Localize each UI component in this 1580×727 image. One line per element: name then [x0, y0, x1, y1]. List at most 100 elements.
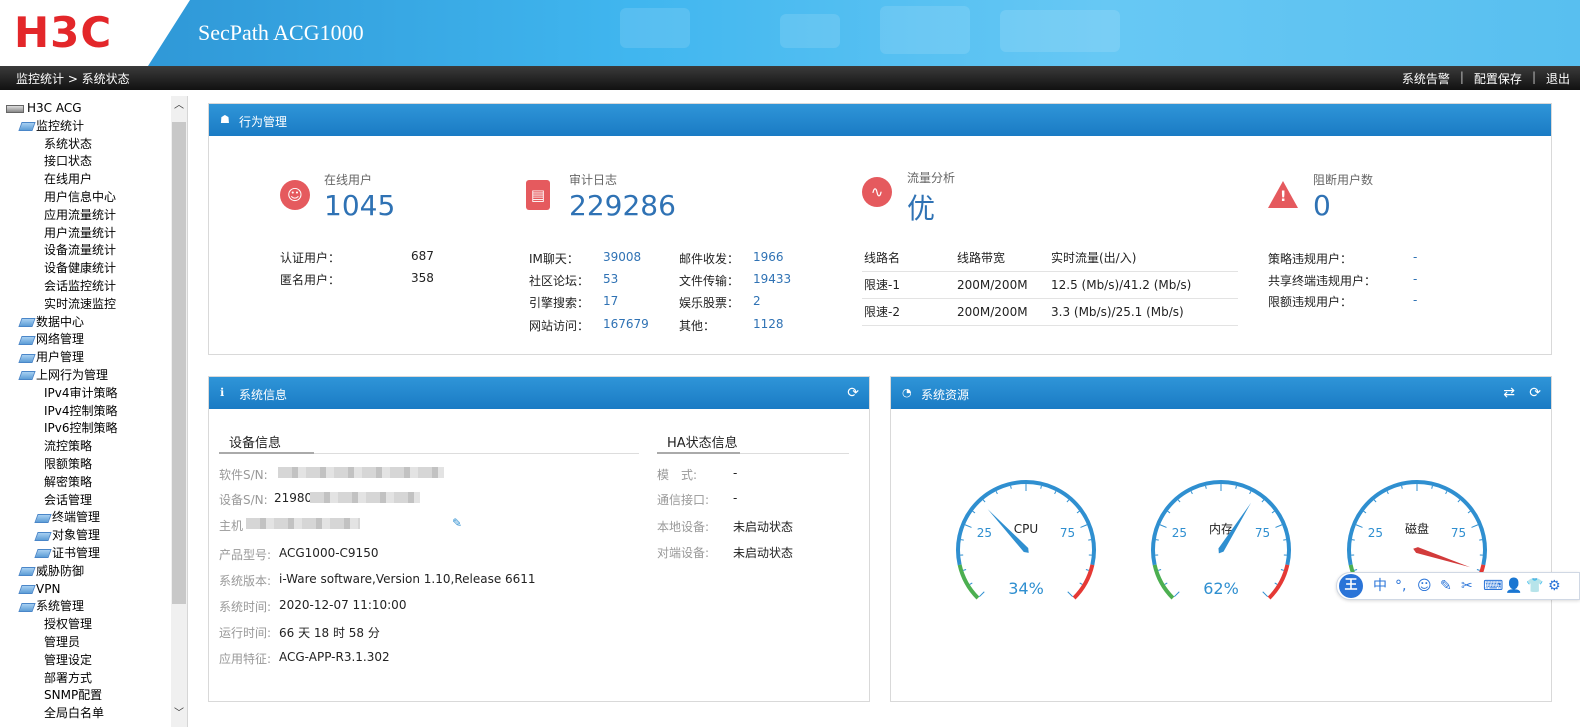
sidebar-item[interactable]: 设备流量统计: [6, 242, 171, 260]
users-group-icon: ☗: [220, 113, 230, 126]
sidebar-item[interactable]: IPv6控制策略: [6, 420, 171, 438]
header-decoration: [1000, 10, 1120, 52]
sidebar-item[interactable]: 在线用户: [6, 171, 171, 189]
logout-link[interactable]: 退出: [1536, 70, 1580, 87]
email-label: 邮件收发：: [679, 252, 740, 266]
folder-icon: [18, 371, 36, 381]
system-alarm-link[interactable]: 系统告警: [1392, 70, 1460, 87]
sidebar-item-label: 监控统计: [36, 118, 85, 133]
cell: 限速-2: [862, 298, 955, 326]
search-engine-value[interactable]: 17: [603, 294, 618, 308]
sidebar-item-label: 设备健康统计: [44, 261, 117, 276]
uptime-label: 运行时间:: [219, 626, 272, 640]
sidebar-item[interactable]: 终端管理: [6, 509, 171, 527]
gauge-tick-mark: [1445, 490, 1448, 495]
ime-button[interactable]: ⌨: [1483, 578, 1503, 594]
folder-icon: [18, 584, 36, 594]
sidebar-item[interactable]: 限额策略: [6, 456, 171, 474]
ime-button[interactable]: 中: [1373, 578, 1387, 594]
ime-button[interactable]: ✎: [1440, 578, 1452, 594]
sidebar-item[interactable]: 用户管理: [6, 349, 171, 367]
sidebar-item[interactable]: 授权管理: [6, 616, 171, 634]
sidebar: H3C ACG 监控统计系统状态 接口状态 在线用户 用户信息中心 应用流量统计用户流量…: [0, 96, 188, 727]
ime-button[interactable]: ☺: [1417, 578, 1432, 594]
sidebar-item[interactable]: 管理设定: [6, 652, 171, 670]
forum-value[interactable]: 53: [603, 272, 618, 286]
forum-label: 社区论坛：: [529, 274, 590, 288]
sidebar-item-label: 部署方式: [44, 670, 93, 685]
sidebar-item[interactable]: 流控策略: [6, 438, 171, 456]
sidebar-item[interactable]: 对象管理: [6, 527, 171, 545]
tab-device-info[interactable]: 设备信息: [229, 432, 281, 451]
traffic-pulse-icon: ∿: [862, 177, 892, 207]
app-header: H3C SecPath ACG1000: [0, 0, 1580, 66]
sidebar-item[interactable]: 证书管理: [6, 545, 171, 563]
other-value[interactable]: 1128: [753, 317, 784, 331]
sidebar-item[interactable]: 用户流量统计: [6, 225, 171, 243]
ha-interface-label: 通信接口:: [657, 493, 710, 507]
edit-icon[interactable]: ✎: [452, 516, 462, 530]
sidebar-item[interactable]: 上网行为管理: [6, 367, 171, 385]
ime-logo-icon[interactable]: 王: [1339, 574, 1363, 598]
sidebar-item[interactable]: IPv4审计策略: [6, 385, 171, 403]
scroll-up-icon[interactable]: ︿: [173, 100, 185, 112]
sidebar-item[interactable]: SNMP配置: [6, 687, 171, 705]
sidebar-item[interactable]: 数据中心: [6, 314, 171, 332]
refresh-icon[interactable]: ⟳: [1529, 385, 1541, 401]
folder-icon: [18, 567, 36, 577]
redacted-value: [278, 467, 444, 478]
tab-ha-info[interactable]: HA状态信息: [667, 432, 738, 451]
sidebar-item[interactable]: VPN: [6, 581, 171, 599]
im-chat-value[interactable]: 39008: [603, 250, 641, 264]
sidebar-item-label: SNMP配置: [44, 688, 103, 703]
scrollbar-thumb[interactable]: [172, 122, 186, 604]
sidebar-item[interactable]: 管理员: [6, 634, 171, 652]
sidebar-item[interactable]: IPv4控制策略: [6, 403, 171, 421]
tree-root[interactable]: H3C ACG: [6, 100, 171, 118]
gauge-tick-mark: [1066, 499, 1070, 503]
sidebar-scrollbar[interactable]: ︿ ﹀: [171, 96, 187, 727]
gauge-tick-label: 25: [1172, 526, 1187, 540]
panel-title: 系统资源: [921, 388, 970, 402]
ime-button[interactable]: 👤: [1505, 578, 1522, 594]
switch-icon[interactable]: ⇄: [1503, 385, 1515, 401]
web-visit-value[interactable]: 167679: [603, 317, 649, 331]
ime-button[interactable]: ✂: [1461, 578, 1473, 594]
sidebar-item[interactable]: 系统状态: [6, 136, 171, 154]
sidebar-item[interactable]: 网络管理: [6, 331, 171, 349]
sidebar-item[interactable]: 接口状态: [6, 153, 171, 171]
sidebar-item[interactable]: 会话监控统计: [6, 278, 171, 296]
online-users-value[interactable]: 1045: [324, 189, 395, 222]
ime-button[interactable]: ⚙: [1548, 578, 1561, 594]
refresh-icon[interactable]: ⟳: [847, 385, 859, 401]
sidebar-item[interactable]: 监控统计: [6, 118, 171, 136]
scroll-down-icon[interactable]: ﹀: [173, 708, 185, 720]
sidebar-item[interactable]: 部署方式: [6, 670, 171, 688]
sidebar-item-label: 应用流量统计: [44, 207, 117, 222]
entertainment-value[interactable]: 2: [753, 294, 761, 308]
sidebar-item[interactable]: 系统管理: [6, 598, 171, 616]
save-config-link[interactable]: 配置保存: [1464, 70, 1532, 87]
gauge-label: CPU: [1014, 522, 1038, 536]
sidebar-item[interactable]: 全局白名单: [6, 705, 171, 723]
email-value[interactable]: 1966: [753, 250, 784, 264]
ime-button[interactable]: 👕: [1526, 578, 1543, 594]
audit-log-value[interactable]: 229286: [569, 189, 676, 222]
quota-violation-value: -: [1413, 293, 1418, 307]
ime-button[interactable]: °,: [1395, 578, 1406, 594]
sidebar-item[interactable]: 解密策略: [6, 474, 171, 492]
sidebar-item-label: IPv6控制策略: [44, 421, 118, 436]
sidebar-item[interactable]: 应用流量统计: [6, 207, 171, 225]
blocked-value[interactable]: 0: [1313, 189, 1331, 222]
sidebar-item[interactable]: 实时流速监控: [6, 296, 171, 314]
file-transfer-value[interactable]: 19433: [753, 272, 791, 286]
sidebar-item-label: 网络管理: [36, 332, 85, 347]
sidebar-item[interactable]: 用户信息中心: [6, 189, 171, 207]
sidebar-item[interactable]: 会话管理: [6, 492, 171, 510]
entertainment-label: 娱乐股票：: [679, 296, 740, 310]
gauge-tick-mark: [1471, 524, 1479, 528]
sidebar-item[interactable]: 设备健康统计: [6, 260, 171, 278]
gauge-tick-label: 25: [1368, 526, 1383, 540]
system-info-header: ℹ 系统信息 ⟳: [209, 377, 869, 409]
sidebar-item[interactable]: 威胁防御: [6, 563, 171, 581]
